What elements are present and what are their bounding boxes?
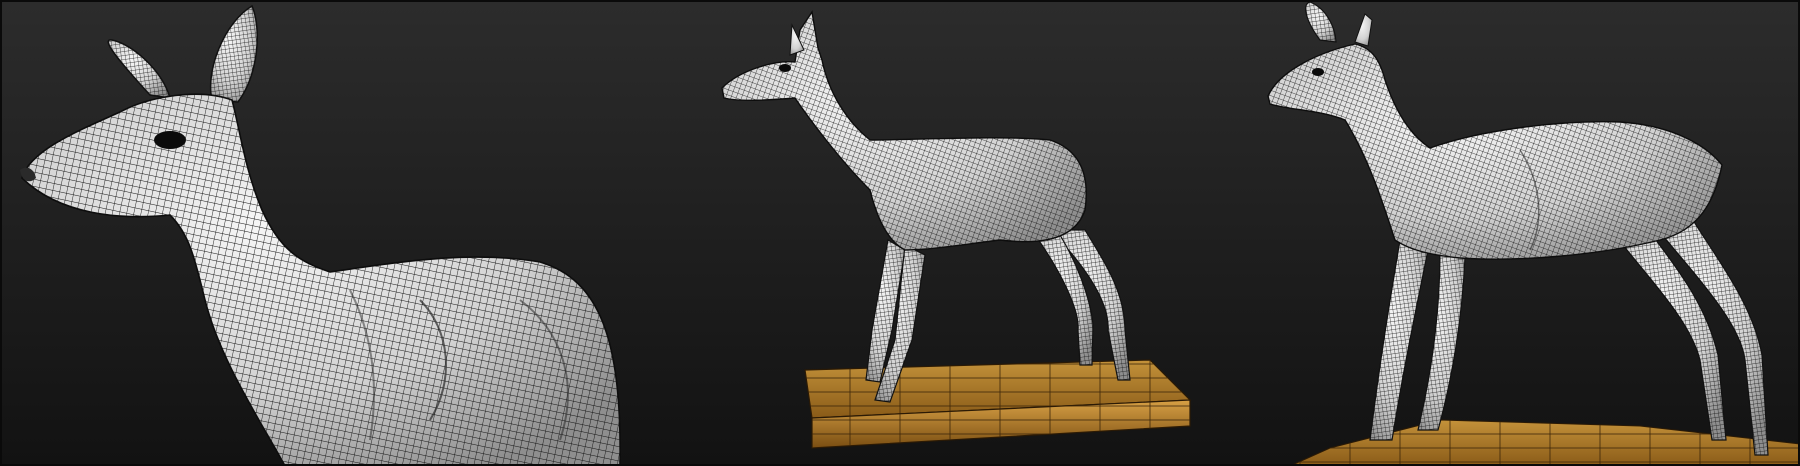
close-up-head-neck-view xyxy=(20,4,621,466)
eye xyxy=(779,64,791,72)
side-full-body-on-base-view xyxy=(721,10,1192,449)
eye xyxy=(1312,68,1324,76)
viewport-canvas[interactable] xyxy=(0,0,1800,466)
wooden-base xyxy=(804,359,1192,449)
three-quarter-full-body-view xyxy=(1267,1,1800,466)
ear xyxy=(1354,13,1373,47)
render-scene xyxy=(20,1,1800,466)
eye xyxy=(154,131,186,149)
